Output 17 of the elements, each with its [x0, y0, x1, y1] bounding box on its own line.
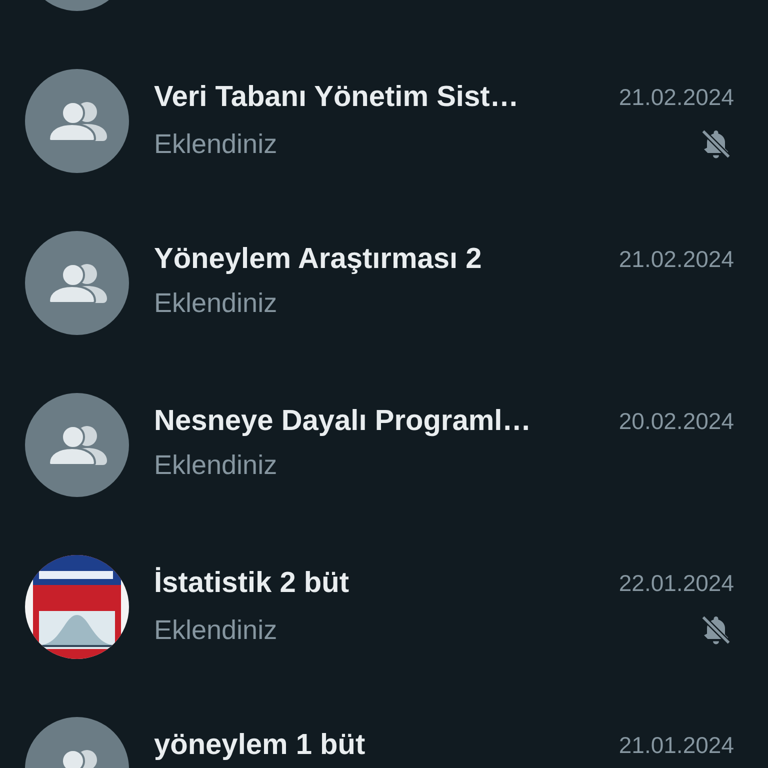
chat-date: 20.02.2024 [618, 408, 734, 434]
chat-title: Yöneylem Araştırması 2 [154, 242, 482, 276]
message-preview: Eklendiniz [154, 128, 278, 160]
chat-date: 21.02.2024 [618, 84, 734, 110]
message-preview: Eklendiniz [154, 288, 278, 319]
message-preview: Eklendiniz [154, 614, 278, 646]
chat-date: 22.01.2024 [618, 570, 734, 596]
chat-title: Veri Tabanı Yönetim Sist… [154, 80, 519, 114]
group-avatar-icon [25, 393, 129, 497]
message-preview: Eklendiniz [154, 450, 278, 481]
chat-title: yöneylem 1 büt [154, 728, 366, 762]
chat-date: 21.02.2024 [618, 246, 734, 272]
chat-title: Nesneye Dayalı Programl… [154, 404, 532, 438]
chat-date: 21.01.2024 [618, 732, 734, 758]
group-avatar-icon [25, 231, 129, 335]
group-avatar-icon [25, 69, 129, 173]
chat-title: İstatistik 2 büt [154, 566, 349, 600]
